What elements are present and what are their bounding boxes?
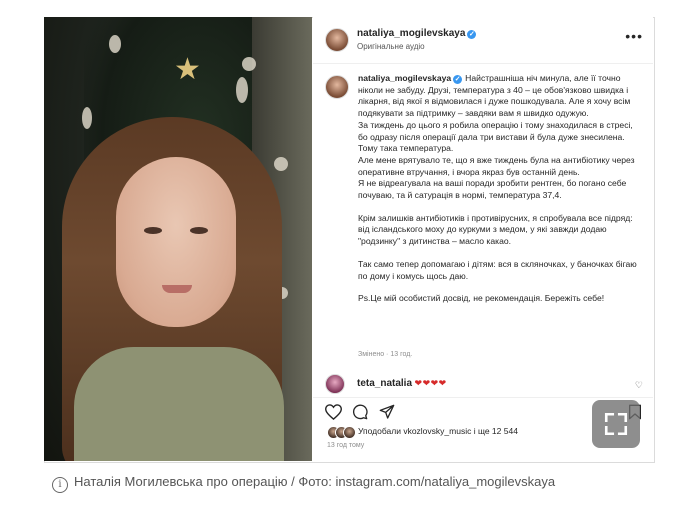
caption-paragraph: Я не відреагувала на ваші поради зробити… — [358, 178, 627, 201]
ornament — [274, 157, 288, 171]
caption-paragraph: Так само тепер допомагаю і дітям: вся в … — [358, 258, 637, 281]
face — [116, 157, 236, 327]
photo-caption-text: Наталія Могилевська про операцію / Фото:… — [74, 474, 556, 489]
post-caption: nataliya_mogilevskaya ✓ Найстрашніша ніч м… — [358, 73, 643, 305]
comment-avatar[interactable] — [325, 374, 345, 394]
ornament — [109, 35, 121, 53]
caption-paragraph: Але мене врятувало те, що я вже тиждень … — [358, 154, 635, 177]
photo-caption: i Наталія Могилевська про операцію / Фото… — [52, 474, 555, 493]
caption-username[interactable]: nataliya_mogilevskaya ✓ — [358, 73, 463, 84]
post-panel: nataliya_mogilevskaya ✓ Оригінальне аудіо… — [313, 17, 653, 461]
original-audio-link[interactable]: Оригінальне аудіо — [357, 42, 425, 51]
verified-icon: ✓ — [453, 75, 463, 84]
caption-paragraph: За тиждень до цього я робила операцію і … — [358, 119, 633, 154]
expand-icon — [604, 412, 628, 436]
sweater — [74, 347, 284, 461]
comment-like-icon[interactable]: ♡ — [635, 380, 643, 391]
post-username[interactable]: nataliya_mogilevskaya ✓ — [357, 28, 477, 39]
post-video[interactable]: ★ — [44, 17, 312, 461]
caption-paragraph: Ps.Це мій особистий досвід, не рекоменда… — [358, 293, 605, 304]
info-icon: i — [52, 477, 68, 493]
verified-icon: ✓ — [467, 30, 477, 39]
ornament — [82, 107, 92, 129]
avatar[interactable] — [325, 28, 349, 52]
ornament — [236, 77, 248, 103]
heart-icon[interactable] — [323, 402, 343, 422]
more-options-button[interactable]: ••• — [625, 28, 643, 44]
star-ornament: ★ — [174, 53, 201, 86]
caption-paragraph: Крім залишків антибіотиків і противірусн… — [358, 212, 633, 247]
comment-username[interactable]: teta_natalia — [357, 378, 412, 389]
post-header: nataliya_mogilevskaya ✓ Оригінальне аудіо… — [313, 17, 653, 64]
likes-text[interactable]: Уподобали vkozlovsky_music і ще 12 544 — [358, 426, 518, 436]
liker-avatar — [343, 426, 356, 439]
comment-hearts: ❤❤❤❤ — [414, 378, 447, 388]
expand-button[interactable] — [592, 400, 640, 448]
comment-row: teta_natalia ❤❤❤❤ ♡ — [313, 372, 653, 394]
caption-avatar[interactable] — [325, 75, 349, 99]
share-icon[interactable] — [377, 402, 397, 422]
ornament — [242, 57, 256, 71]
comment-icon[interactable] — [350, 402, 370, 422]
edited-timestamp: Змінено · 13 год. — [358, 351, 413, 358]
post-time: 13 год тому — [327, 442, 365, 449]
